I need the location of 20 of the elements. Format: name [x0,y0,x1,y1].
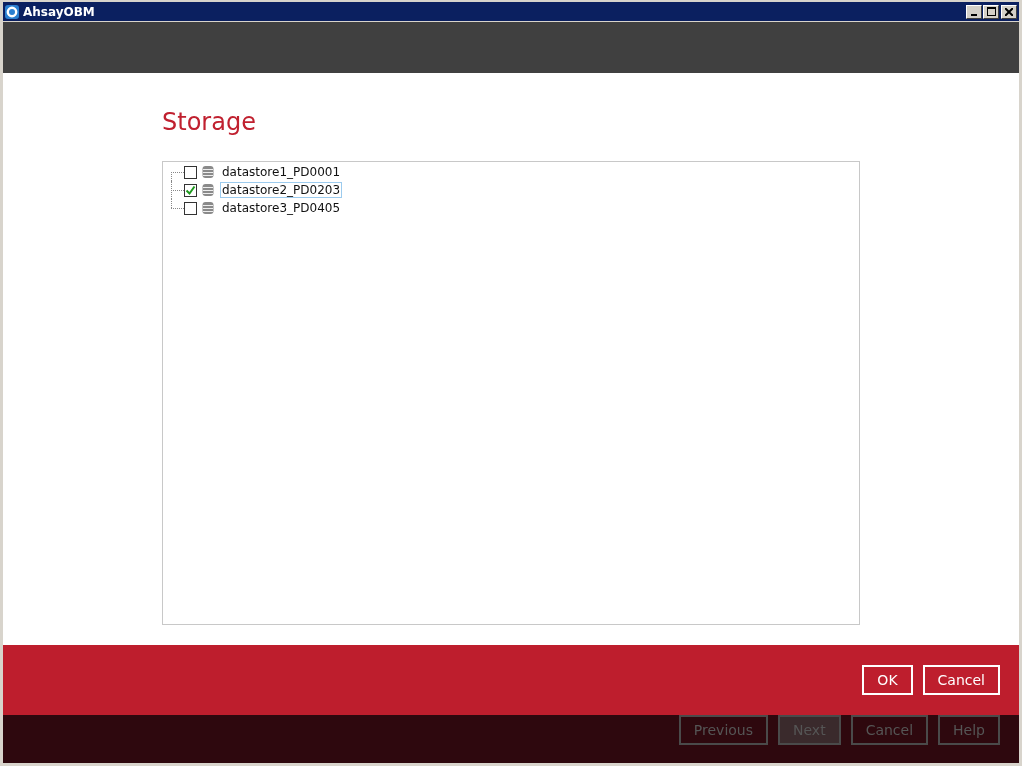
window-title: AhsayOBM [23,4,96,19]
minimize-button[interactable] [966,4,982,19]
database-icon [202,183,214,197]
cancel-button[interactable]: Cancel [922,665,1000,695]
maximize-button[interactable] [983,4,999,19]
ok-button[interactable]: OK [862,665,913,695]
page-title: Storage [162,107,257,137]
tree-item[interactable]: datastore1_PD0001 [220,164,343,180]
database-icon [202,201,214,215]
checkbox[interactable] [184,165,197,179]
minimize-icon [971,13,977,16]
tree-item[interactable]: datastore2_PD0203 [220,182,343,198]
close-icon [1005,7,1013,16]
tree-item[interactable]: datastore3_PD0405 [220,200,343,216]
app-logo-icon [5,4,19,19]
close-button[interactable] [1001,4,1017,19]
database-icon [202,165,214,179]
checkbox[interactable] [184,183,197,197]
checkbox[interactable] [184,201,197,215]
maximize-icon [986,7,996,16]
